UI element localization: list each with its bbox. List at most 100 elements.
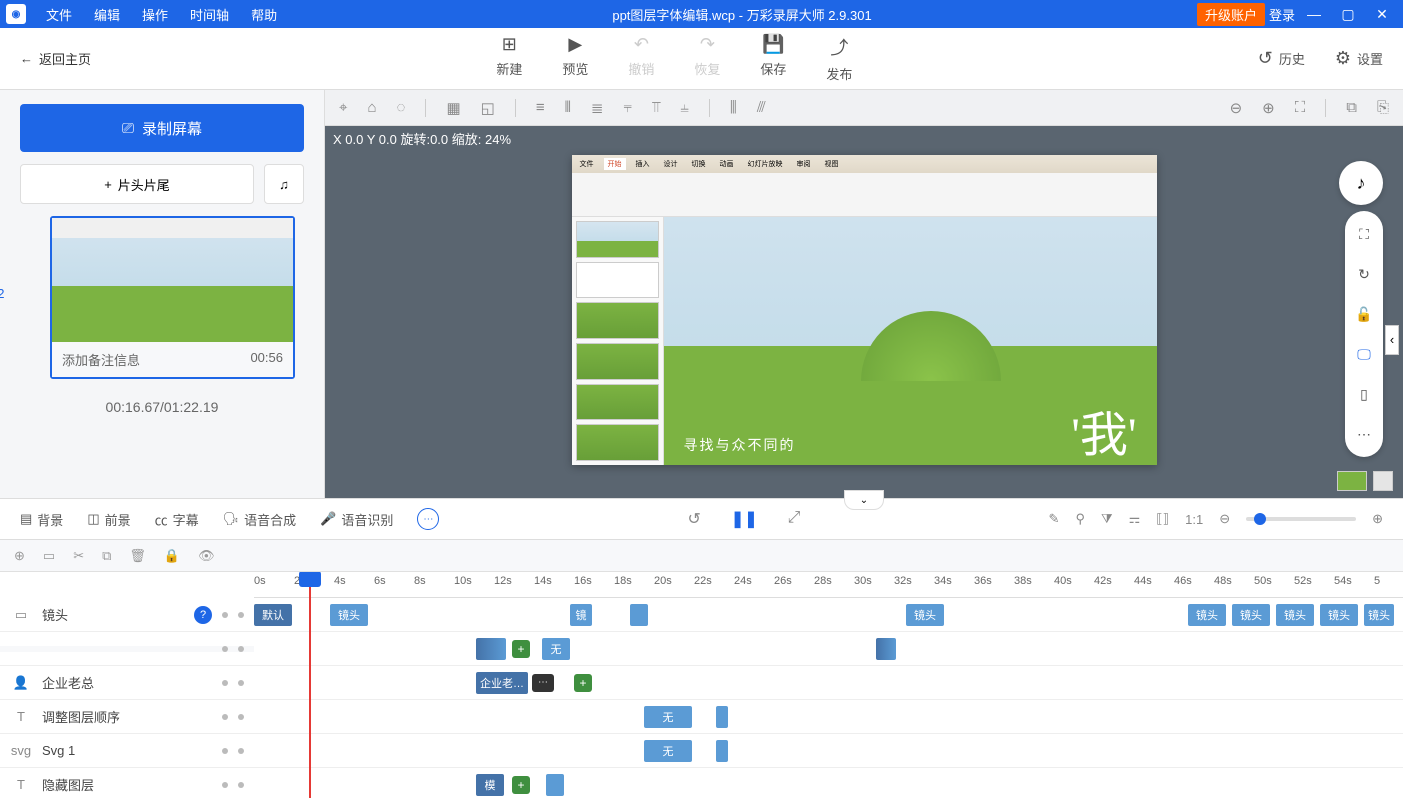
paste-icon[interactable]: ⎘ bbox=[1377, 99, 1389, 116]
unlock-icon[interactable]: 🔓 bbox=[1351, 301, 1377, 327]
save-button[interactable]: 💾保存 bbox=[760, 34, 786, 83]
align-bottom-icon[interactable]: ⫨ bbox=[680, 99, 688, 116]
adjust-icon[interactable]: ⚎ bbox=[1129, 511, 1141, 527]
align-top-icon[interactable]: ⫧ bbox=[623, 99, 631, 116]
timeline-ruler[interactable]: 0s2s4s6s8s10s12s14s16s18s20s22s24s26s28s… bbox=[254, 572, 1403, 598]
clip-marker-3[interactable] bbox=[546, 774, 564, 796]
scene-thumbnail[interactable]: 添加备注信息 00:56 bbox=[50, 216, 295, 379]
grid-swatch[interactable] bbox=[1373, 471, 1393, 491]
zoom-slider[interactable] bbox=[1246, 517, 1356, 521]
menu-edit[interactable]: 编辑 bbox=[84, 5, 130, 24]
copy-icon[interactable]: ⧉ bbox=[1346, 99, 1357, 116]
expand-right-icon[interactable]: ‹ bbox=[1385, 325, 1399, 355]
tab-asr[interactable]: 🎤语音识别 bbox=[320, 510, 393, 529]
tab-tts[interactable]: 🗣语音合成 bbox=[223, 510, 297, 529]
tab-subtitle[interactable]: ㏄字幕 bbox=[155, 510, 199, 529]
pause-icon[interactable]: ❚❚ bbox=[731, 509, 758, 529]
clip-shot-2[interactable]: 镜 bbox=[570, 604, 592, 626]
circle-icon[interactable]: ◌ bbox=[397, 99, 406, 116]
menu-help[interactable]: 帮助 bbox=[241, 5, 287, 24]
slide-preview[interactable]: 文件开始插入设计切换动画幻灯片放映审阅视图 寻找与众不同的 '我' bbox=[572, 155, 1157, 465]
menu-file[interactable]: 文件 bbox=[36, 5, 82, 24]
add-keyframe-1[interactable]: + bbox=[512, 640, 530, 658]
clip-default[interactable]: 默认 bbox=[254, 604, 292, 626]
preview-button[interactable]: ▶预览 bbox=[562, 34, 588, 83]
clip-none-2[interactable]: 无 bbox=[644, 706, 692, 728]
tab-foreground[interactable]: ◫前景 bbox=[87, 510, 130, 529]
add-keyframe-2[interactable]: + bbox=[574, 674, 592, 692]
clip-menu[interactable]: ⋯ bbox=[532, 674, 554, 692]
anchor-icon[interactable]: ⌖ bbox=[339, 99, 347, 116]
playhead[interactable] bbox=[309, 572, 311, 798]
new-button[interactable]: ⊞新建 bbox=[496, 34, 522, 83]
collapse-canvas-button[interactable]: ⌄ bbox=[844, 490, 884, 510]
delete-icon[interactable]: 🗑 bbox=[129, 548, 146, 564]
zoom-in-tl-icon[interactable]: ⊕ bbox=[1372, 511, 1383, 527]
zoom-in-icon[interactable]: ⊕ bbox=[1262, 99, 1275, 117]
publish-button[interactable]: ⤴发布 bbox=[826, 34, 852, 83]
undo-button[interactable]: ↶撤销 bbox=[628, 34, 654, 83]
add-keyframe-3[interactable]: + bbox=[512, 776, 530, 794]
clip-transition-2[interactable] bbox=[876, 638, 896, 660]
cut-icon[interactable]: ✂ bbox=[73, 548, 84, 564]
ratio-icon[interactable]: 1:1 bbox=[1185, 512, 1203, 527]
history-button[interactable]: ↺历史 bbox=[1258, 48, 1305, 69]
clip-shot-4[interactable]: 镜头 bbox=[906, 604, 944, 626]
tab-background[interactable]: ▤背景 bbox=[20, 510, 63, 529]
lock-icon[interactable]: 🔒 bbox=[164, 548, 180, 564]
focus-icon[interactable]: ◱ bbox=[481, 99, 495, 117]
redo-button[interactable]: ↷恢复 bbox=[694, 34, 720, 83]
thumbnail-note[interactable]: 添加备注信息 bbox=[62, 350, 140, 369]
edit-icon[interactable]: ✎ bbox=[1049, 511, 1060, 527]
canvas-viewport[interactable]: 文件开始插入设计切换动画幻灯片放映审阅视图 寻找与众不同的 '我' ♪ ⛶ ↻ bbox=[325, 151, 1403, 498]
clip-shot-1[interactable]: 镜头 bbox=[330, 604, 368, 626]
align-right-icon[interactable]: ≣ bbox=[591, 99, 604, 117]
minimize-icon[interactable]: — bbox=[1299, 6, 1329, 22]
align-left-icon[interactable]: ≡ bbox=[536, 99, 545, 116]
more-icon[interactable]: ⋯ bbox=[1351, 421, 1377, 447]
clip-none-3[interactable]: 无 bbox=[644, 740, 692, 762]
login-button[interactable]: 登录 bbox=[1269, 5, 1295, 24]
filter-icon[interactable]: ⧩ bbox=[1101, 511, 1113, 527]
mobile-icon[interactable]: ▯ bbox=[1351, 381, 1377, 407]
fit-icon[interactable]: ⛶ bbox=[1295, 99, 1306, 116]
floating-music-button[interactable]: ♪ bbox=[1339, 161, 1383, 205]
head-tail-button[interactable]: +片头片尾 bbox=[20, 164, 254, 204]
clip-marker-1[interactable] bbox=[716, 706, 728, 728]
clip-shot-5[interactable]: 镜头 bbox=[1188, 604, 1226, 626]
zoom-out-tl-icon[interactable]: ⊖ bbox=[1219, 511, 1230, 527]
tab-more-button[interactable]: ⋯ bbox=[417, 508, 439, 530]
monitor-icon[interactable]: 🖵 bbox=[1351, 341, 1377, 367]
clip-shot-6[interactable]: 镜头 bbox=[1232, 604, 1270, 626]
align-middle-icon[interactable]: ⫪ bbox=[652, 99, 660, 116]
align-center-icon[interactable]: ⫴ bbox=[565, 99, 571, 116]
crop-icon[interactable]: ▦ bbox=[446, 99, 460, 117]
color-swatch[interactable] bbox=[1337, 471, 1367, 491]
reset-icon[interactable]: ↻ bbox=[1351, 261, 1377, 287]
clip-shot-8[interactable]: 镜头 bbox=[1320, 604, 1358, 626]
fullscreen-icon[interactable]: ⛶ bbox=[1351, 221, 1377, 247]
clip-shot-3[interactable] bbox=[630, 604, 648, 626]
rewind-icon[interactable]: ↺ bbox=[687, 509, 700, 529]
folder-icon[interactable]: ▭ bbox=[43, 548, 55, 564]
music-button[interactable]: ♫ bbox=[264, 164, 304, 204]
maximize-icon[interactable]: ▢ bbox=[1333, 6, 1363, 23]
clip-shot-9[interactable]: 镜头 bbox=[1364, 604, 1394, 626]
settings-button[interactable]: ⚙设置 bbox=[1335, 48, 1383, 69]
add-track-icon[interactable]: ⊕ bbox=[14, 548, 25, 564]
close-icon[interactable]: ✕ bbox=[1367, 6, 1397, 23]
distribute-v-icon[interactable]: ⫻ bbox=[757, 99, 766, 116]
home-icon[interactable]: ⌂ bbox=[367, 99, 376, 116]
bracket-icon[interactable]: ⟦⟧ bbox=[1156, 511, 1169, 527]
help-icon[interactable]: ? bbox=[194, 606, 212, 624]
duplicate-icon[interactable]: ⧉ bbox=[102, 548, 111, 564]
expand-icon[interactable]: ⤢ bbox=[788, 509, 801, 529]
zoom-out-icon[interactable]: ⊖ bbox=[1230, 99, 1243, 117]
record-screen-button[interactable]: ⎚ 录制屏幕 bbox=[20, 104, 304, 152]
distribute-h-icon[interactable]: ⫼ bbox=[730, 99, 737, 116]
clip-ceo[interactable]: 企业老… bbox=[476, 672, 528, 694]
menu-timeline[interactable]: 时间轴 bbox=[180, 5, 239, 24]
clip-shot-7[interactable]: 镜头 bbox=[1276, 604, 1314, 626]
upgrade-button[interactable]: 升级账户 bbox=[1197, 3, 1265, 26]
clip-marker-2[interactable] bbox=[716, 740, 728, 762]
